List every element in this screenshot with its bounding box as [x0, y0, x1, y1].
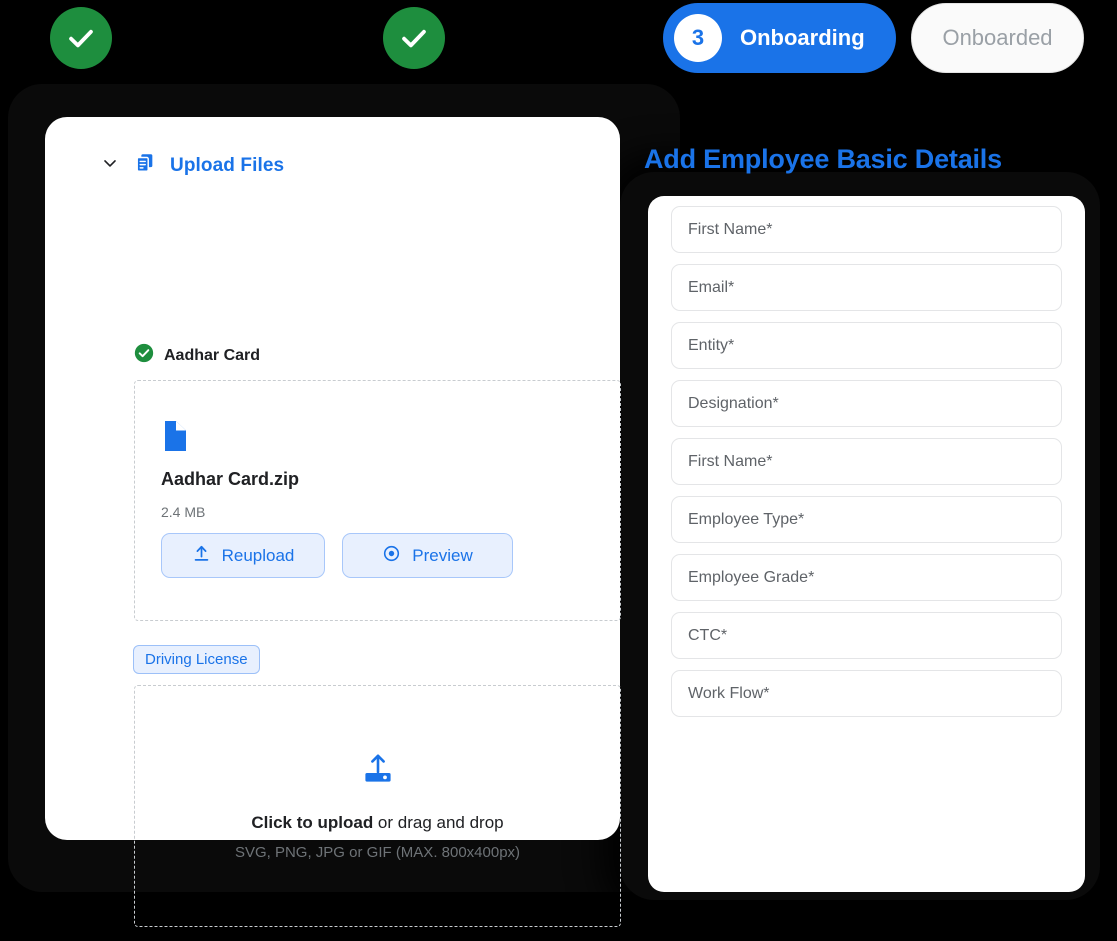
field-placeholder: Email*: [688, 278, 735, 296]
uploaded-file-name: Aadhar Card.zip: [161, 469, 300, 489]
copy-files-icon: [134, 152, 156, 179]
field-placeholder: Employee Type*: [688, 510, 805, 528]
stepper-step-label: Onboarding: [740, 25, 865, 50]
document-name: Aadhar Card: [164, 346, 261, 364]
page-title: Add Employee Basic Details: [644, 144, 1002, 174]
reupload-button-label: Reupload: [221, 545, 295, 565]
dropzone-click-to-upload: Click to upload: [251, 812, 374, 832]
check-circle-icon: [134, 343, 154, 368]
field-employee-grade[interactable]: Employee Grade*: [671, 554, 1062, 601]
field-work-flow[interactable]: Work Flow*: [671, 670, 1062, 717]
field-first-name-2[interactable]: First Name*: [671, 438, 1062, 485]
upload-tray-icon: [360, 752, 396, 793]
driving-license-chip[interactable]: Driving License: [133, 645, 260, 674]
stepper-step-label: Onboarded: [942, 25, 1053, 50]
check-icon: [397, 21, 431, 55]
dropzone-primary-text: Click to upload or drag and drop: [251, 813, 503, 833]
preview-button[interactable]: Preview: [342, 533, 513, 578]
dropzone-secondary-text: SVG, PNG, JPG or GIF (MAX. 800x400px): [234, 843, 521, 861]
driving-license-chip-label: Driving License: [145, 651, 248, 668]
field-placeholder: Designation*: [688, 394, 779, 412]
field-placeholder: First Name*: [688, 452, 773, 470]
field-placeholder: CTC*: [688, 626, 728, 644]
upload-files-card: Upload Files Aadhar Card Aadhar Card.zip…: [45, 117, 621, 927]
field-employee-type[interactable]: Employee Type*: [671, 496, 1062, 543]
stepper-step-1-complete[interactable]: [50, 7, 112, 69]
stepper-step-onboarded[interactable]: Onboarded: [911, 3, 1084, 73]
stepper-step-2-complete[interactable]: [383, 7, 445, 69]
field-placeholder: Employee Grade*: [688, 568, 815, 586]
field-placeholder: Work Flow*: [688, 684, 770, 702]
stepper-step-number: 3: [674, 14, 722, 62]
field-first-name[interactable]: First Name*: [671, 206, 1062, 253]
eye-icon: [382, 544, 401, 568]
preview-button-label: Preview: [412, 545, 473, 565]
check-icon: [64, 21, 98, 55]
upload-arrow-icon: [192, 544, 211, 568]
field-email[interactable]: Email*: [671, 264, 1062, 311]
screen-root: 3 Onboarding Onboarded Upload Files Aadh…: [0, 0, 1117, 941]
field-designation[interactable]: Designation*: [671, 380, 1062, 427]
chevron-down-icon[interactable]: [100, 153, 120, 178]
dropzone-drag-and-drop: or drag and drop: [373, 812, 504, 832]
file-dropzone[interactable]: Click to upload or drag and drop SVG, PN…: [134, 685, 621, 927]
field-placeholder: Entity*: [688, 336, 735, 354]
uploaded-file-size: 2.4 MB: [161, 504, 206, 520]
upload-files-label: Upload Files: [170, 154, 285, 176]
uploaded-file-box: Aadhar Card.zip 2.4 MB Reupload Preview: [134, 380, 621, 621]
onboarding-stepper: 3 Onboarding Onboarded: [0, 0, 1117, 80]
upload-files-header[interactable]: Upload Files: [100, 152, 284, 179]
reupload-button[interactable]: Reupload: [161, 533, 325, 578]
zip-file-icon: [161, 421, 186, 456]
field-placeholder: First Name*: [688, 220, 773, 238]
document-status-aadhar-card: Aadhar Card: [134, 343, 260, 368]
employee-basic-details-form: First Name* Email* Entity* Designation* …: [648, 196, 1085, 892]
field-ctc[interactable]: CTC*: [671, 612, 1062, 659]
file-action-buttons: Reupload Preview: [161, 533, 513, 578]
stepper-step-onboarding[interactable]: 3 Onboarding: [663, 3, 896, 73]
field-entity[interactable]: Entity*: [671, 322, 1062, 369]
